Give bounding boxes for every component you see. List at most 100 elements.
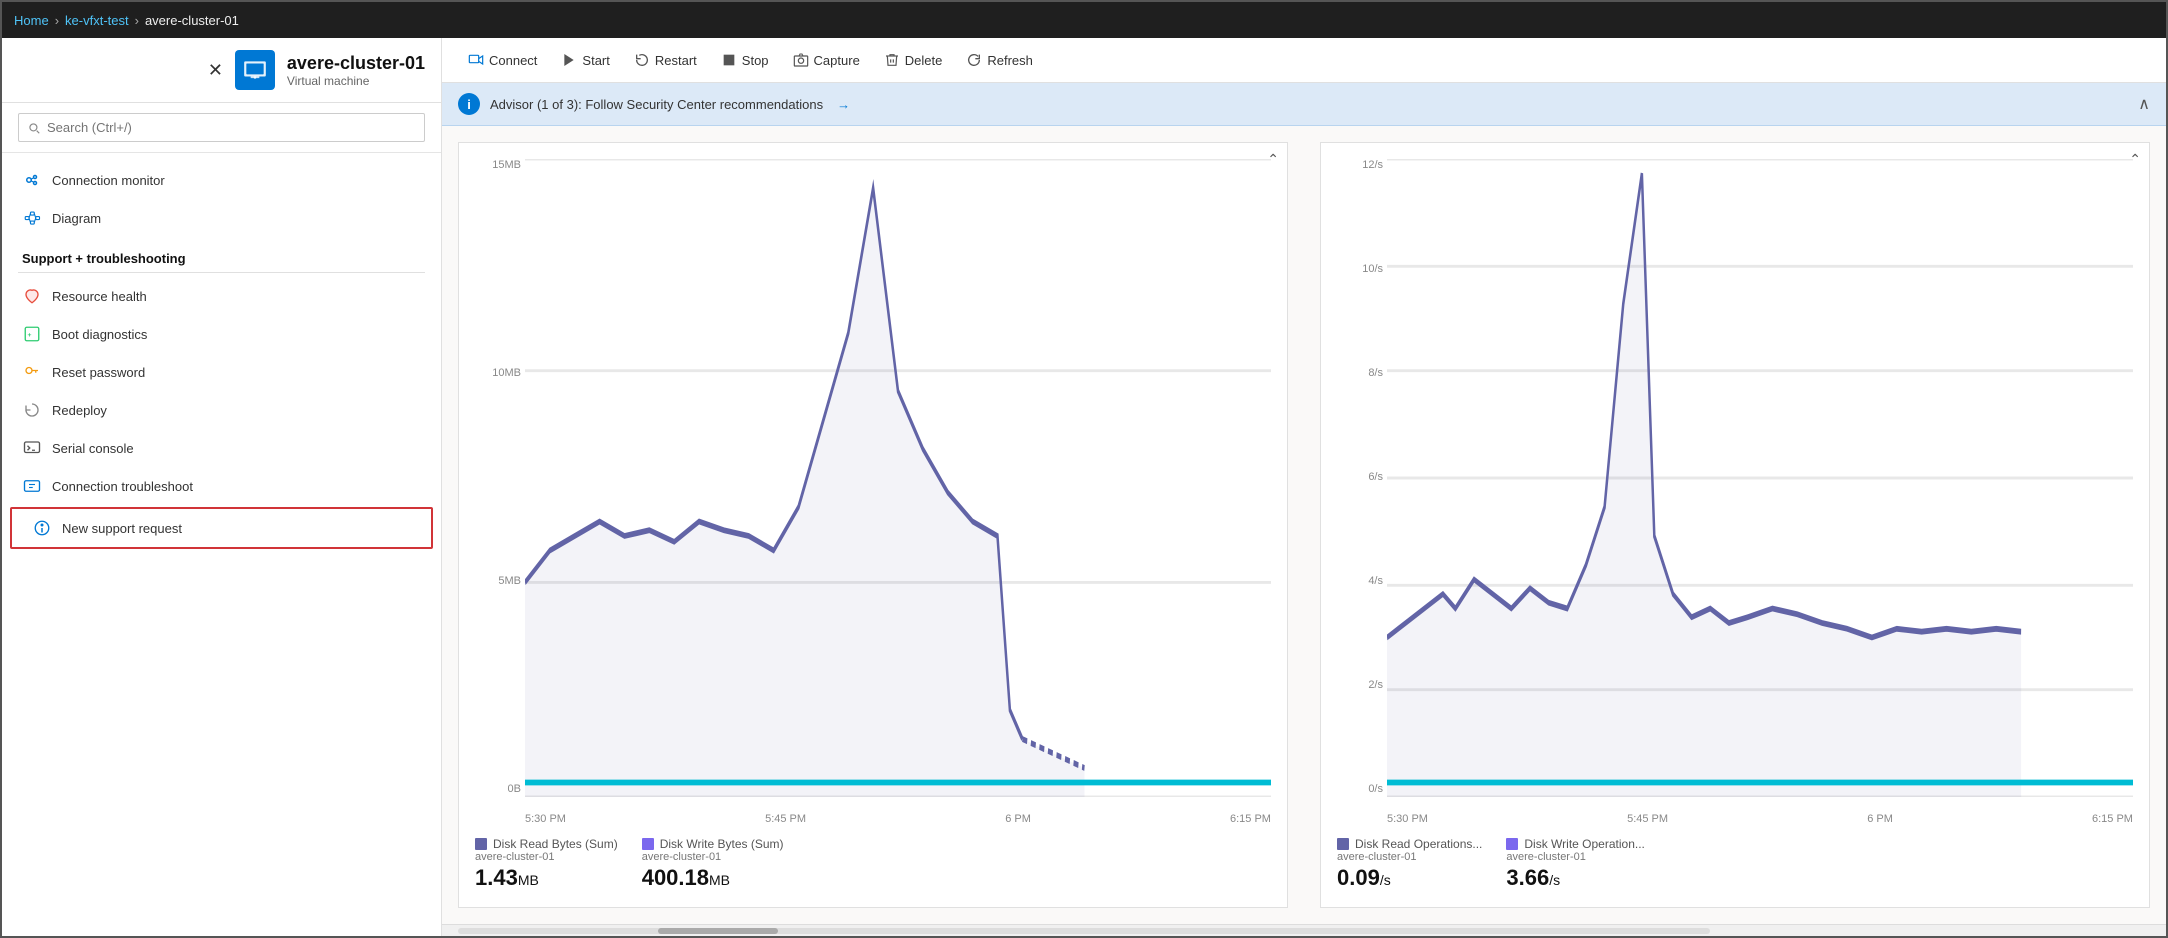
refresh-button[interactable]: Refresh xyxy=(956,46,1043,74)
chart2-y-axis: 12/s 10/s 8/s 6/s 4/s 2/s 0/s xyxy=(1337,159,1387,795)
sidebar-item-resource-health[interactable]: Resource health xyxy=(2,277,441,315)
support-section-label: Support + troubleshooting xyxy=(2,237,441,272)
breadcrumb-home[interactable]: Home xyxy=(14,13,49,28)
chart2-read-sublabel: avere-cluster-01 xyxy=(1337,851,1482,863)
vm-info: avere-cluster-01 Virtual machine xyxy=(287,53,425,88)
stop-icon xyxy=(721,52,737,68)
advisory-text: Advisor (1 of 3): Follow Security Center… xyxy=(490,97,823,112)
chart2-svg-container xyxy=(1387,159,2133,797)
sidebar-item-diagram[interactable]: Diagram xyxy=(2,199,441,237)
chart1-read-label: Disk Read Bytes (Sum) xyxy=(493,837,618,851)
chart2-legend: Disk Read Operations... avere-cluster-01… xyxy=(1337,825,2133,891)
chart-panel-disk-ops: ⌃ 12/s 10/s 8/s 6/s 4/s 2/s 0/s xyxy=(1320,142,2150,908)
chart1-svg-container xyxy=(525,159,1271,797)
advisory-close-button[interactable]: ∧ xyxy=(2138,94,2150,114)
sidebar-header: ✕ avere-cluster-01 Virtual machine xyxy=(2,38,441,103)
chart1-write-sublabel: avere-cluster-01 xyxy=(642,851,784,863)
sidebar-item-redeploy[interactable]: Redeploy xyxy=(2,391,441,429)
restart-label: Restart xyxy=(655,53,697,68)
vm-icon xyxy=(235,50,275,90)
chart2-legend-read: Disk Read Operations... avere-cluster-01… xyxy=(1337,837,1482,891)
delete-icon xyxy=(884,52,900,68)
sidebar-item-connection-monitor-label: Connection monitor xyxy=(52,173,165,188)
sidebar-item-serial-console-label: Serial console xyxy=(52,441,134,456)
sidebar-item-redeploy-label: Redeploy xyxy=(52,403,107,418)
capture-button[interactable]: Capture xyxy=(783,46,870,74)
sidebar-item-boot-diagnostics[interactable]: + Boot diagnostics xyxy=(2,315,441,353)
support-icon xyxy=(32,518,52,538)
chart1-write-label: Disk Write Bytes (Sum) xyxy=(660,837,784,851)
advisory-bar: i Advisor (1 of 3): Follow Security Cent… xyxy=(442,83,2166,126)
health-icon xyxy=(22,286,42,306)
charts-area: ⌃ 15MB 10MB 5MB 0B xyxy=(442,126,2166,924)
connect-icon xyxy=(468,52,484,68)
chart1-x-axis: 5:30 PM 5:45 PM 6 PM 6:15 PM xyxy=(525,813,1271,825)
vm-subtitle: Virtual machine xyxy=(287,74,425,88)
sidebar-search-container xyxy=(2,103,441,153)
chart1-legend-write: Disk Write Bytes (Sum) avere-cluster-01 … xyxy=(642,837,784,891)
breadcrumb-parent[interactable]: ke-vfxt-test xyxy=(65,13,129,28)
redeploy-icon xyxy=(22,400,42,420)
sidebar-item-connection-monitor[interactable]: Connection monitor xyxy=(2,161,441,199)
scrollbar-area xyxy=(442,924,2166,936)
connect-button[interactable]: Connect xyxy=(458,46,547,74)
sidebar-item-connection-troubleshoot[interactable]: Connection troubleshoot xyxy=(2,467,441,505)
monitor-icon xyxy=(22,170,42,190)
sidebar-item-new-support-request[interactable]: New support request xyxy=(10,507,433,549)
search-input[interactable] xyxy=(18,113,425,142)
sidebar-item-serial-console[interactable]: Serial console xyxy=(2,429,441,467)
chart-panel-disk-bytes: ⌃ 15MB 10MB 5MB 0B xyxy=(458,142,1288,908)
chart1-write-color xyxy=(642,838,654,850)
chart2-write-value: 3.66/s xyxy=(1506,865,1644,891)
chart-svg-area-1: 15MB 10MB 5MB 0B xyxy=(475,159,1271,825)
refresh-icon xyxy=(966,52,982,68)
chart2-svg xyxy=(1387,159,2133,797)
vm-icon-svg xyxy=(242,57,268,83)
sidebar-item-new-support-request-label: New support request xyxy=(62,521,182,536)
breadcrumb: Home › ke-vfxt-test › avere-cluster-01 xyxy=(14,13,239,28)
start-button[interactable]: Start xyxy=(551,46,619,74)
sidebar-item-resource-health-label: Resource health xyxy=(52,289,147,304)
chart2-write-label: Disk Write Operation... xyxy=(1524,837,1644,851)
breadcrumb-current: avere-cluster-01 xyxy=(145,13,239,28)
svg-text:+: + xyxy=(28,332,32,339)
chart-svg-area-2: 12/s 10/s 8/s 6/s 4/s 2/s 0/s xyxy=(1337,159,2133,825)
content-area: Connect Start Restart xyxy=(442,38,2166,936)
advisory-icon: i xyxy=(458,93,480,115)
stop-button[interactable]: Stop xyxy=(711,46,779,74)
chart2-read-label: Disk Read Operations... xyxy=(1355,837,1482,851)
chart2-x-axis: 5:30 PM 5:45 PM 6 PM 6:15 PM xyxy=(1387,813,2133,825)
sidebar-item-reset-password[interactable]: Reset password xyxy=(2,353,441,391)
capture-label: Capture xyxy=(814,53,860,68)
sidebar-item-diagram-label: Diagram xyxy=(52,211,101,226)
chart1-read-color xyxy=(475,838,487,850)
top-bar: Home › ke-vfxt-test › avere-cluster-01 xyxy=(2,2,2166,38)
scrollbar-thumb[interactable] xyxy=(658,928,778,934)
sidebar-nav: Connection monitor xyxy=(2,153,441,936)
chart1-read-sublabel: avere-cluster-01 xyxy=(475,851,618,863)
key-icon xyxy=(22,362,42,382)
restart-icon xyxy=(634,52,650,68)
chart1-svg xyxy=(525,159,1271,797)
advisory-arrow[interactable]: → xyxy=(837,97,850,112)
scrollbar-track[interactable] xyxy=(458,928,1710,934)
toolbar: Connect Start Restart xyxy=(442,38,2166,83)
console-icon xyxy=(22,438,42,458)
diagram-icon xyxy=(22,208,42,228)
troubleshoot-icon xyxy=(22,476,42,496)
stop-label: Stop xyxy=(742,53,769,68)
chart2-read-value: 0.09/s xyxy=(1337,865,1482,891)
start-icon xyxy=(561,52,577,68)
restart-button[interactable]: Restart xyxy=(624,46,707,74)
sidebar-item-boot-diagnostics-label: Boot diagnostics xyxy=(52,327,147,342)
connect-label: Connect xyxy=(489,53,537,68)
delete-label: Delete xyxy=(905,53,943,68)
delete-button[interactable]: Delete xyxy=(874,46,953,74)
close-button[interactable]: ✕ xyxy=(208,60,223,81)
vm-title: avere-cluster-01 xyxy=(287,53,425,74)
chart1-legend: Disk Read Bytes (Sum) avere-cluster-01 1… xyxy=(475,825,1271,891)
chart2-write-sublabel: avere-cluster-01 xyxy=(1506,851,1644,863)
chart1-legend-read: Disk Read Bytes (Sum) avere-cluster-01 1… xyxy=(475,837,618,891)
sidebar-item-reset-password-label: Reset password xyxy=(52,365,145,380)
capture-icon xyxy=(793,52,809,68)
